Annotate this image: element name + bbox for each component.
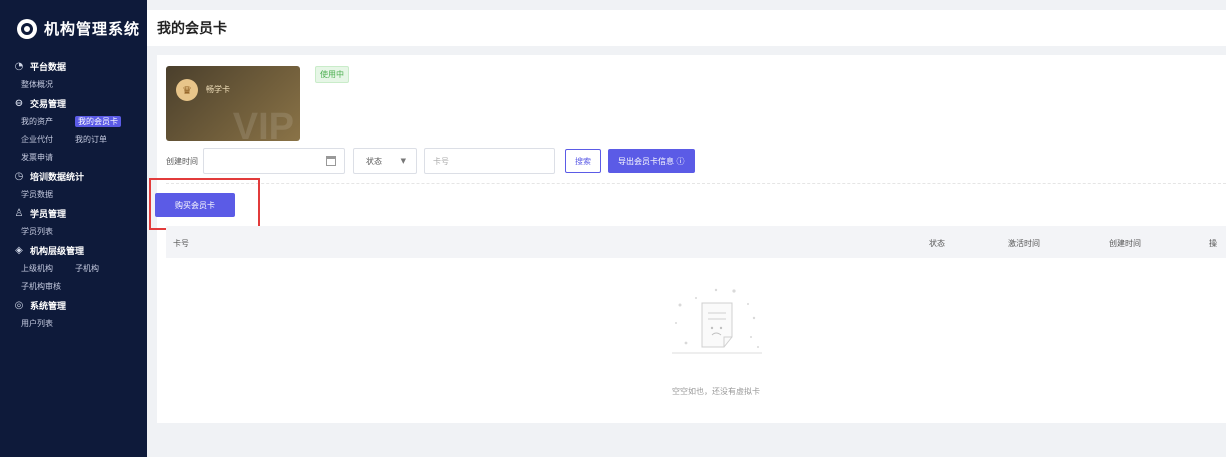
highlight-box	[149, 178, 260, 230]
nav-group-trade: ⊖ 交易管理 我的资产 我的会员卡 企业代付 我的订单 发票申请	[0, 94, 147, 167]
layers-icon: ◈	[15, 245, 23, 256]
nav-head-label: 培训数据统计	[30, 173, 85, 183]
empty-text: 空空如也，还没有虚拟卡	[672, 387, 760, 396]
nav-group-system: ◎ 系统管理 用户列表	[0, 296, 147, 333]
sidebar-item-user-list[interactable]: 用户列表	[21, 315, 75, 333]
sidebar-item-parent-org[interactable]: 上级机构	[21, 260, 75, 278]
logo: 机构管理系统	[0, 0, 147, 57]
sidebar-item-label: 我的会员卡	[75, 116, 121, 127]
calendar-icon	[326, 156, 336, 166]
nav-head-student-mgmt[interactable]: ♙ 学员管理	[14, 204, 147, 223]
sidebar-item-label: 用户列表	[21, 319, 53, 328]
nav-head-label: 学员管理	[30, 210, 67, 220]
sidebar-item-child-org[interactable]: 子机构	[75, 260, 129, 278]
chevron-down-icon: ▼	[400, 157, 406, 165]
sidebar-item-child-org-review[interactable]: 子机构审核	[21, 278, 75, 296]
member-card[interactable]: ♛ 畅学卡 VIP	[166, 66, 300, 141]
sidebar-item-label: 子机构审核	[21, 282, 61, 291]
filter-bar: 创建时间 状态 ▼ 卡号 搜索 导出会员卡信息 ⓘ	[166, 148, 695, 174]
nav-head-training-stats[interactable]: ◷ 培训数据统计	[14, 167, 147, 186]
card-number-input[interactable]: 卡号	[424, 148, 555, 174]
sidebar-item-my-member-card[interactable]: 我的会员卡	[75, 113, 129, 131]
nav-head-hierarchy[interactable]: ◈ 机构层级管理	[14, 241, 147, 260]
column-activation-time: 激活时间	[1008, 239, 1040, 248]
sidebar-item-my-orders[interactable]: 我的订单	[75, 131, 129, 149]
clock-circle-icon: ◷	[14, 171, 24, 182]
divider	[166, 183, 1226, 184]
status-badge: 使用中	[315, 66, 349, 83]
nav-head-label: 平台数据	[30, 63, 67, 73]
table-header: 卡号 状态 激活时间 创建时间 操	[166, 226, 1226, 258]
sidebar-item-label: 整体概况	[21, 80, 53, 89]
nav-group-student-mgmt: ♙ 学员管理 学员列表	[0, 204, 147, 241]
sidebar-item-label: 发票申请	[21, 153, 53, 162]
minus-circle-icon: ⊖	[14, 98, 24, 109]
sidebar-item-enterprise-pay[interactable]: 企业代付	[21, 131, 75, 149]
nav-head-label: 系统管理	[30, 302, 67, 312]
crown-icon: ♛	[176, 79, 198, 101]
date-range-input[interactable]	[203, 148, 345, 174]
nav-head-label: 交易管理	[30, 100, 67, 110]
user-icon: ♙	[14, 208, 24, 219]
sidebar-item-label: 我的订单	[75, 135, 107, 144]
status-select[interactable]: 状态 ▼	[353, 148, 417, 174]
sidebar-item-label: 企业代付	[21, 135, 53, 144]
nav-group-hierarchy: ◈ 机构层级管理 上级机构 子机构 子机构审核	[0, 241, 147, 296]
column-actions: 操	[1209, 239, 1217, 248]
sidebar-item-my-assets[interactable]: 我的资产	[21, 113, 75, 131]
sidebar: 机构管理系统 ◔ 平台数据 整体概况 ⊖ 交易管理 我的资产 我的会员卡 企业代…	[0, 0, 147, 457]
nav-head-trade[interactable]: ⊖ 交易管理	[14, 94, 147, 113]
nav-group-platform-data: ◔ 平台数据 整体概况	[0, 57, 147, 94]
sidebar-item-invoice[interactable]: 发票申请	[21, 149, 75, 167]
sidebar-item-label: 我的资产	[21, 117, 53, 126]
card-watermark: VIP	[232, 106, 294, 141]
sidebar-item-label: 上级机构	[21, 264, 53, 273]
page-title: 我的会员卡	[157, 21, 227, 37]
sidebar-item-overview[interactable]: 整体概况	[21, 76, 75, 94]
sidebar-item-student-data[interactable]: 学员数据	[21, 186, 75, 204]
nav-group-training-stats: ◷ 培训数据统计 学员数据	[0, 167, 147, 204]
sidebar-item-student-list[interactable]: 学员列表	[21, 223, 75, 241]
header: 我的会员卡	[147, 10, 1226, 46]
status-select-label: 状态	[366, 156, 382, 166]
date-label: 创建时间	[166, 156, 198, 166]
export-button[interactable]: 导出会员卡信息 ⓘ	[608, 149, 695, 173]
column-created-time: 创建时间	[1109, 239, 1141, 248]
settings-circle-icon: ◎	[14, 300, 24, 311]
logo-icon	[17, 18, 37, 39]
sidebar-item-label: 学员列表	[21, 227, 53, 236]
nav-head-label: 机构层级管理	[30, 247, 85, 257]
app-title: 机构管理系统	[44, 20, 141, 38]
chart-circle-icon: ◔	[14, 61, 24, 72]
empty-illustration-icon	[672, 288, 762, 354]
sidebar-item-label: 学员数据	[21, 190, 53, 199]
column-card-no: 卡号	[173, 239, 189, 248]
nav-head-platform-data[interactable]: ◔ 平台数据	[14, 57, 147, 76]
nav-head-system[interactable]: ◎ 系统管理	[14, 296, 147, 315]
card-name: 畅学卡	[206, 85, 230, 94]
column-status: 状态	[929, 239, 945, 248]
sidebar-item-label: 子机构	[75, 264, 99, 273]
search-button[interactable]: 搜索	[565, 149, 601, 173]
